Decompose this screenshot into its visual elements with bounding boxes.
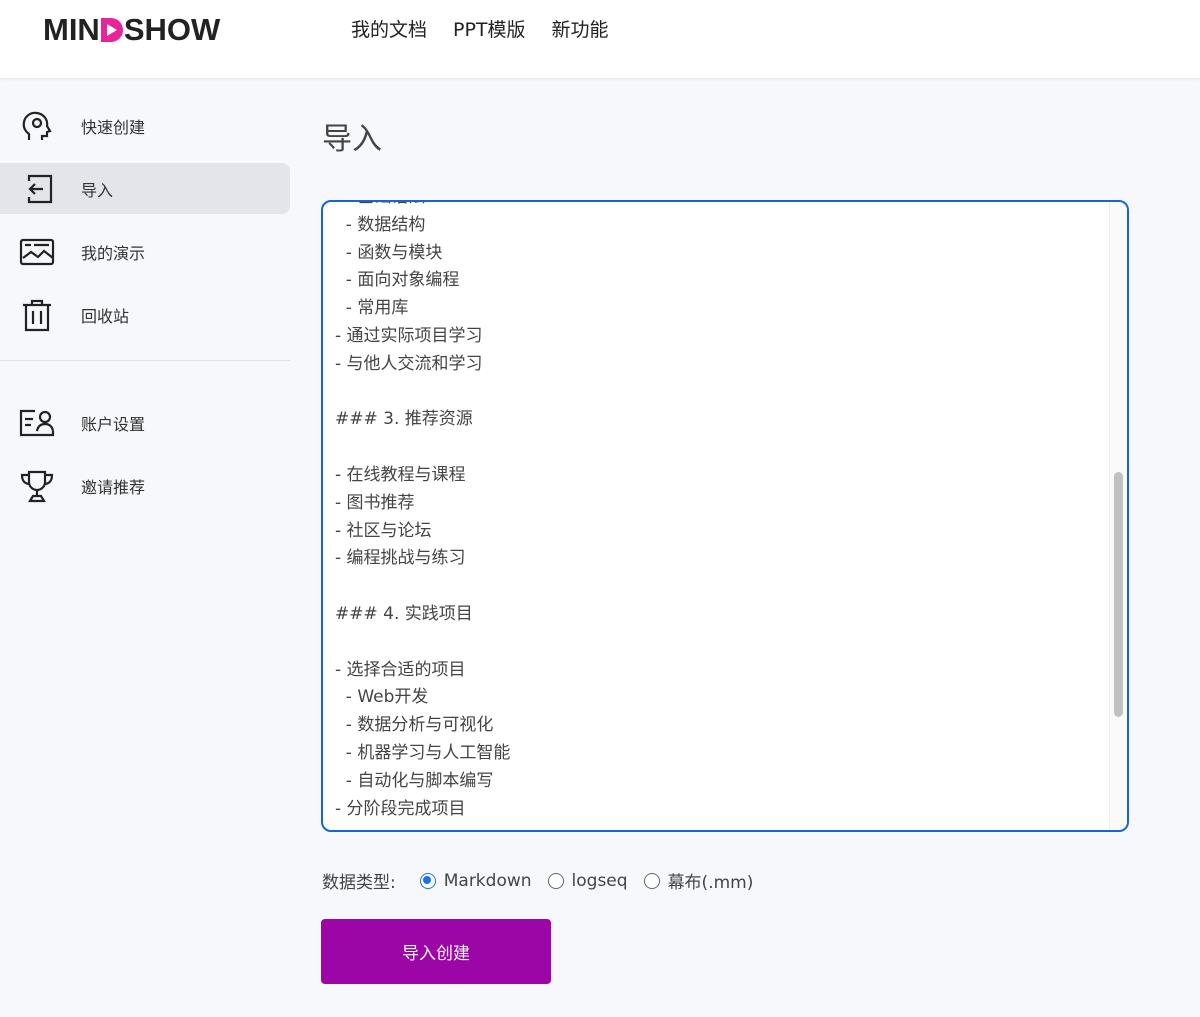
trophy-icon (20, 470, 54, 502)
radio-circle[interactable] (547, 872, 564, 889)
sidebar-item-account-settings[interactable]: 账户设置 (0, 397, 290, 448)
radio-markdown[interactable]: Markdown (419, 871, 532, 891)
nav-my-documents[interactable]: 我的文档 (351, 15, 427, 42)
nav-new-features[interactable]: 新功能 (552, 15, 609, 42)
logo-play-icon (100, 18, 123, 42)
logo[interactable]: MIN SHOW (43, 12, 220, 48)
scrollbar-thumb[interactable] (1114, 472, 1123, 717)
sidebar-item-my-presentations[interactable]: 我的演示 (0, 226, 290, 277)
textarea-content[interactable]: - 基础语法 - 数据结构 - 函数与模块 - 面向对象编程 - 常用库 - 通… (335, 202, 510, 823)
header: MIN SHOW 我的文档 PPT模版 新功能 (0, 0, 1200, 78)
import-textarea[interactable]: - 基础语法 - 数据结构 - 函数与模块 - 面向对象编程 - 常用库 - 通… (321, 200, 1129, 832)
top-nav: 我的文档 PPT模版 新功能 (351, 15, 609, 42)
import-create-button[interactable]: 导入创建 (321, 919, 551, 984)
data-type-label: 数据类型: (322, 873, 396, 893)
radio-logseq[interactable]: logseq (547, 871, 628, 891)
page-title: 导入 (322, 122, 382, 157)
sidebar-item-quick-create[interactable]: 快速创建 (0, 100, 290, 151)
radio-circle[interactable] (643, 872, 660, 889)
brain-head-icon (22, 111, 52, 140)
textarea-scrollbar[interactable] (1109, 202, 1127, 830)
data-type-selector: 数据类型: Markdown logseq 幕布(.mm) (322, 868, 769, 894)
sidebar-item-trash[interactable]: 回收站 (0, 289, 290, 340)
import-icon (27, 174, 53, 203)
nav-ppt-templates[interactable]: PPT模版 (453, 15, 526, 42)
presentation-icon (19, 238, 55, 265)
account-card-icon (19, 409, 55, 436)
sidebar-item-invite[interactable]: 邀请推荐 (0, 460, 290, 511)
sidebar-item-import[interactable]: 导入 (0, 163, 290, 214)
sidebar: 快速创建 导入 我的演示 回收站 账户设置 邀请推荐 (0, 100, 290, 523)
trash-icon (23, 299, 51, 331)
radio-mubu[interactable]: 幕布(.mm) (643, 868, 753, 893)
radio-circle-selected[interactable] (419, 872, 436, 889)
sidebar-divider (0, 360, 290, 361)
